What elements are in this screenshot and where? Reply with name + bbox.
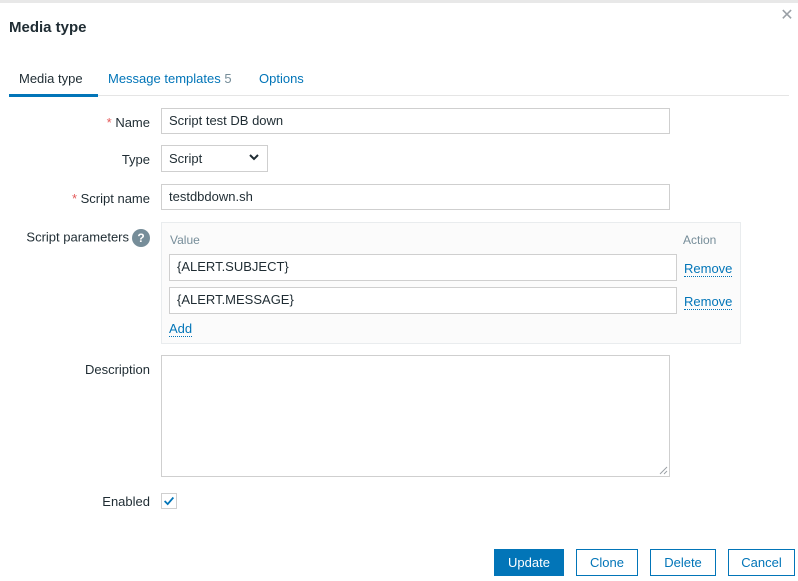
tab-media-type[interactable]: Media type — [19, 71, 83, 86]
script-parameters-label: Script parameters? — [26, 229, 150, 247]
action-column-header: Action — [683, 233, 717, 247]
description-textarea[interactable] — [161, 355, 670, 477]
type-label: Type — [121, 152, 150, 167]
description-label: Description — [84, 362, 150, 377]
tab-options[interactable]: Options — [259, 71, 304, 86]
cancel-button[interactable]: Cancel — [728, 549, 795, 576]
add-parameter-link[interactable]: Add — [169, 321, 193, 337]
script-name-input[interactable]: testdbdown.sh — [161, 184, 670, 210]
enabled-label: Enabled — [102, 494, 150, 509]
enabled-checkbox[interactable] — [161, 493, 177, 509]
remove-link[interactable]: Remove — [684, 261, 733, 277]
tab-label: Options — [259, 71, 304, 86]
script-name-label: * Script name — [71, 191, 150, 206]
remove-link[interactable]: Remove — [684, 294, 733, 310]
tab-label: Message templates — [108, 71, 221, 86]
dialog-title: Media type — [9, 19, 87, 36]
active-tab-indicator — [9, 94, 98, 97]
delete-button[interactable]: Delete — [650, 549, 716, 576]
help-icon[interactable]: ? — [132, 229, 150, 247]
required-marker: * — [106, 115, 112, 130]
checkmark-icon — [164, 496, 175, 506]
script-parameters-table: Value Action {ALERT.SUBJECT} Remove {ALE… — [161, 222, 741, 344]
clone-button[interactable]: Clone — [576, 549, 638, 576]
update-button[interactable]: Update — [494, 549, 564, 576]
parameter-value-input[interactable]: {ALERT.SUBJECT} — [169, 254, 677, 281]
tab-bar: Media type Message templates 5 Options — [9, 64, 789, 97]
resize-grip-icon[interactable] — [659, 466, 668, 475]
tab-count-badge: 5 — [224, 71, 232, 86]
type-select-value: Script — [169, 151, 203, 166]
close-icon[interactable]: ✕ — [779, 8, 795, 24]
type-select[interactable]: Script — [161, 145, 268, 172]
dialog-top-border — [0, 0, 798, 3]
name-input[interactable]: Script test DB down — [161, 108, 670, 134]
tab-label: Media type — [19, 71, 83, 86]
value-column-header: Value — [170, 233, 200, 247]
tab-message-templates[interactable]: Message templates 5 — [108, 71, 232, 86]
chevron-down-icon — [249, 154, 259, 161]
name-label: * Name — [106, 115, 150, 130]
required-marker: * — [71, 191, 77, 206]
parameter-value-input[interactable]: {ALERT.MESSAGE} — [169, 287, 677, 314]
